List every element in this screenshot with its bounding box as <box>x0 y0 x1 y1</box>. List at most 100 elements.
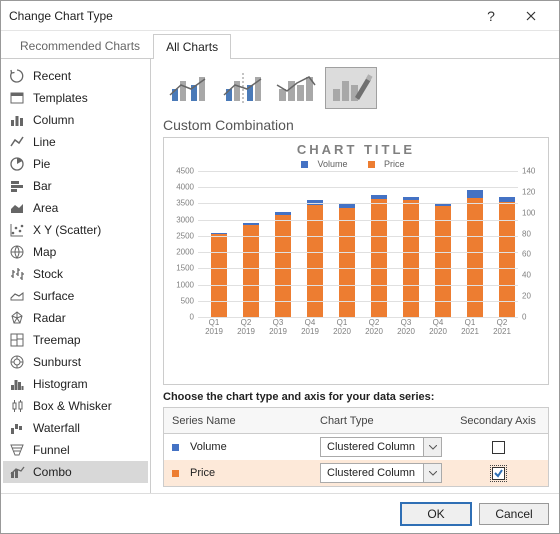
sidebar-item-recent[interactable]: Recent <box>3 65 148 87</box>
sidebar-item-label: Templates <box>33 91 88 105</box>
chevron-down-icon <box>423 464 441 482</box>
close-icon <box>526 11 536 21</box>
sidebar-item-label: Combo <box>33 465 72 479</box>
sidebar-item-label: Sunburst <box>33 355 81 369</box>
surface-icon <box>9 288 25 304</box>
recent-icon <box>9 68 25 84</box>
sidebar-item-label: Radar <box>33 311 66 325</box>
sidebar-item-label: Waterfall <box>33 421 80 435</box>
tab-recommended[interactable]: Recommended Charts <box>7 33 153 58</box>
sidebar-item-label: X Y (Scatter) <box>33 223 101 237</box>
chart-preview: CHART TITLE Volume Price 050010001500200… <box>163 137 549 385</box>
combo-subtype-2[interactable] <box>217 67 269 109</box>
close-button[interactable] <box>511 2 551 30</box>
map-icon <box>9 244 25 260</box>
series-name-cell: Price <box>164 467 314 479</box>
titlebar: Change Chart Type ? <box>1 1 559 31</box>
combo-icon <box>9 464 25 480</box>
section-title: Custom Combination <box>163 117 549 133</box>
sidebar-item-label: Treemap <box>33 333 81 347</box>
sidebar-item-pie[interactable]: Pie <box>3 153 148 175</box>
series-heading: Choose the chart type and axis for your … <box>163 391 549 403</box>
sidebar-item-label: Pie <box>33 157 50 171</box>
sidebar-item-templates[interactable]: Templates <box>3 87 148 109</box>
sidebar-item-scatter[interactable]: X Y (Scatter) <box>3 219 148 241</box>
ok-button[interactable]: OK <box>401 503 471 525</box>
sidebar-item-column[interactable]: Column <box>3 109 148 131</box>
secondary-axis-checkbox-price[interactable] <box>492 467 505 480</box>
waterfall-icon <box>9 420 25 436</box>
sidebar-item-box[interactable]: Box & Whisker <box>3 395 148 417</box>
sidebar-item-bar[interactable]: Bar <box>3 175 148 197</box>
tab-all-charts[interactable]: All Charts <box>153 34 231 59</box>
series-row-volume[interactable]: Volume Clustered Column <box>164 434 548 460</box>
series-row-price[interactable]: Price Clustered Column <box>164 460 548 486</box>
chart-title: CHART TITLE <box>170 142 542 157</box>
chart-type-select-volume[interactable]: Clustered Column <box>320 437 442 457</box>
primary-y-axis: 050010001500200025003000350040004500 <box>170 171 196 317</box>
pie-icon <box>9 156 25 172</box>
combo-subtype-3[interactable] <box>271 67 323 109</box>
line-icon <box>9 134 25 150</box>
secondary-axis-checkbox-volume[interactable] <box>492 441 505 454</box>
plot-area <box>198 171 518 317</box>
column-icon <box>9 112 25 128</box>
sidebar-item-treemap[interactable]: Treemap <box>3 329 148 351</box>
radar-icon <box>9 310 25 326</box>
sidebar-item-combo[interactable]: Combo <box>3 461 148 483</box>
area-icon <box>9 200 25 216</box>
change-chart-type-dialog: Change Chart Type ? Recommended Charts A… <box>0 0 560 534</box>
dialog-footer: OK Cancel <box>1 493 559 533</box>
sidebar-item-label: Box & Whisker <box>33 399 112 413</box>
x-axis: Q12019Q22019Q32019Q42019Q12020Q22020Q320… <box>198 319 518 337</box>
sidebar-item-label: Bar <box>33 179 52 193</box>
box-icon <box>9 398 25 414</box>
sidebar-item-surface[interactable]: Surface <box>3 285 148 307</box>
legend-price: Price <box>384 159 405 169</box>
tabstrip: Recommended Charts All Charts <box>1 31 559 59</box>
chart-category-sidebar: Recent Templates Column Line Pie Bar Area X Y (… <box>1 59 151 493</box>
chart-legend: Volume Price <box>170 159 542 169</box>
series-table-header: Series Name Chart Type Secondary Axis <box>164 408 548 434</box>
histogram-icon <box>9 376 25 392</box>
sidebar-item-label: Stock <box>33 267 63 281</box>
sidebar-item-radar[interactable]: Radar <box>3 307 148 329</box>
sidebar-item-map[interactable]: Map <box>3 241 148 263</box>
chart-type-select-price[interactable]: Clustered Column <box>320 463 442 483</box>
sidebar-item-histogram[interactable]: Histogram <box>3 373 148 395</box>
col-secondary-axis: Secondary Axis <box>448 415 548 427</box>
sidebar-item-stock[interactable]: Stock <box>3 263 148 285</box>
series-name-cell: Volume <box>164 441 314 453</box>
sidebar-item-label: Map <box>33 245 56 259</box>
sidebar-item-label: Histogram <box>33 377 88 391</box>
combo-subtype-1[interactable] <box>163 67 215 109</box>
combo-subtype-custom[interactable] <box>325 67 377 109</box>
bar-icon <box>9 178 25 194</box>
legend-volume: Volume <box>317 159 347 169</box>
treemap-icon <box>9 332 25 348</box>
sidebar-item-waterfall[interactable]: Waterfall <box>3 417 148 439</box>
series-table: Series Name Chart Type Secondary Axis Vo… <box>163 407 549 487</box>
window-title: Change Chart Type <box>9 9 471 23</box>
help-button[interactable]: ? <box>471 2 511 30</box>
chevron-down-icon <box>423 438 441 456</box>
sidebar-item-label: Recent <box>33 69 71 83</box>
sidebar-item-label: Surface <box>33 289 74 303</box>
funnel-icon <box>9 442 25 458</box>
stock-icon <box>9 266 25 282</box>
secondary-y-axis: 020406080100120140 <box>520 171 542 317</box>
sidebar-item-line[interactable]: Line <box>3 131 148 153</box>
sidebar-item-area[interactable]: Area <box>3 197 148 219</box>
sidebar-item-label: Column <box>33 113 74 127</box>
sidebar-item-sunburst[interactable]: Sunburst <box>3 351 148 373</box>
templates-icon <box>9 90 25 106</box>
sidebar-item-funnel[interactable]: Funnel <box>3 439 148 461</box>
sidebar-item-label: Line <box>33 135 56 149</box>
cancel-button[interactable]: Cancel <box>479 503 549 525</box>
col-series-name: Series Name <box>164 415 314 427</box>
combo-subtype-row <box>163 67 549 109</box>
main-panel: Custom Combination CHART TITLE Volume Pr… <box>151 59 559 493</box>
sidebar-item-label: Area <box>33 201 58 215</box>
col-chart-type: Chart Type <box>314 415 448 427</box>
sidebar-item-label: Funnel <box>33 443 70 457</box>
